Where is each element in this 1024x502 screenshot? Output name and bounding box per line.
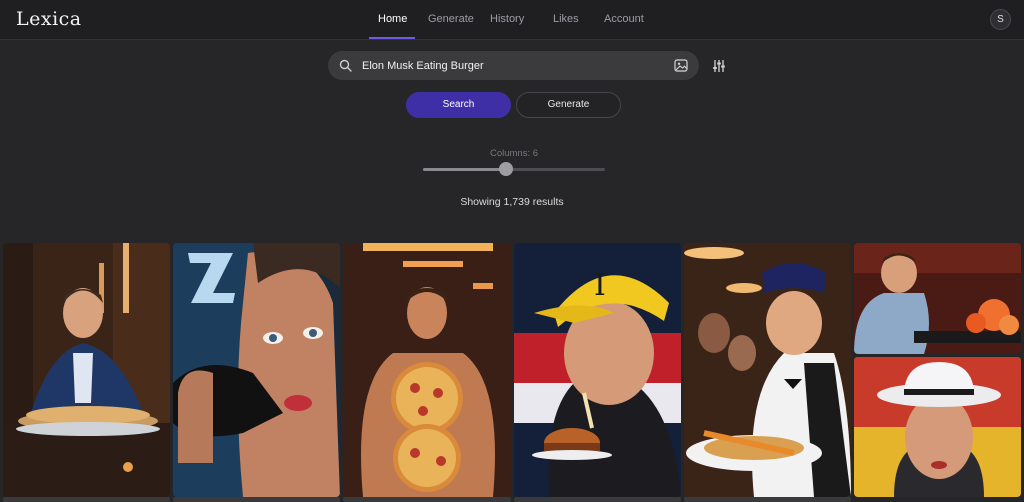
- result-image-7-art: [854, 357, 1021, 497]
- columns-slider-track[interactable]: [423, 168, 605, 171]
- nav-generate[interactable]: Generate: [428, 13, 474, 25]
- image-search-icon[interactable]: [674, 59, 688, 72]
- result-image-3[interactable]: [343, 243, 511, 497]
- columns-label-text: Columns:: [489, 148, 531, 159]
- next-row-peek-1: [3, 497, 170, 502]
- search-input[interactable]: [362, 55, 662, 76]
- nav-home[interactable]: Home: [378, 13, 407, 25]
- cap-letter-art: I: [594, 268, 606, 303]
- search-button[interactable]: Search: [406, 92, 511, 118]
- result-image-4[interactable]: I: [514, 243, 681, 497]
- columns-slider-fill: [423, 168, 506, 171]
- nav-account[interactable]: Account: [604, 13, 644, 25]
- active-tab-indicator: [369, 37, 415, 39]
- result-image-1-art: [3, 243, 170, 497]
- result-image-2[interactable]: [173, 243, 340, 497]
- search-icon: [339, 59, 352, 72]
- result-image-3-art: [343, 243, 511, 497]
- result-image-1[interactable]: [3, 243, 170, 497]
- result-image-2-art: [173, 243, 340, 497]
- search-bar: [328, 51, 699, 80]
- next-row-peek-3: [343, 497, 511, 502]
- results-count: Showing 1,739 results: [460, 196, 564, 208]
- generate-button[interactable]: Generate: [516, 92, 621, 118]
- nav-history[interactable]: History: [490, 13, 524, 25]
- result-image-4-art: I: [514, 243, 681, 497]
- filter-sliders-icon[interactable]: [712, 59, 726, 73]
- columns-label: Columns: 6: [424, 148, 604, 159]
- columns-slider-thumb[interactable]: [499, 162, 513, 176]
- top-navbar: Lexica Home Generate History Likes Accou…: [0, 0, 1024, 40]
- result-image-5[interactable]: [684, 243, 851, 497]
- result-image-7[interactable]: [854, 357, 1021, 497]
- columns-value: 6: [532, 148, 539, 159]
- user-avatar[interactable]: S: [990, 9, 1011, 30]
- nav-likes[interactable]: Likes: [553, 13, 579, 25]
- result-image-5-art: [684, 243, 851, 497]
- next-row-peek-4: [514, 497, 681, 502]
- result-image-6[interactable]: [854, 243, 1021, 354]
- result-image-6-art: [854, 243, 1021, 354]
- next-row-peek-2: [173, 497, 340, 502]
- next-row-peek-5: [684, 497, 851, 502]
- lexica-logo[interactable]: Lexica: [16, 8, 82, 30]
